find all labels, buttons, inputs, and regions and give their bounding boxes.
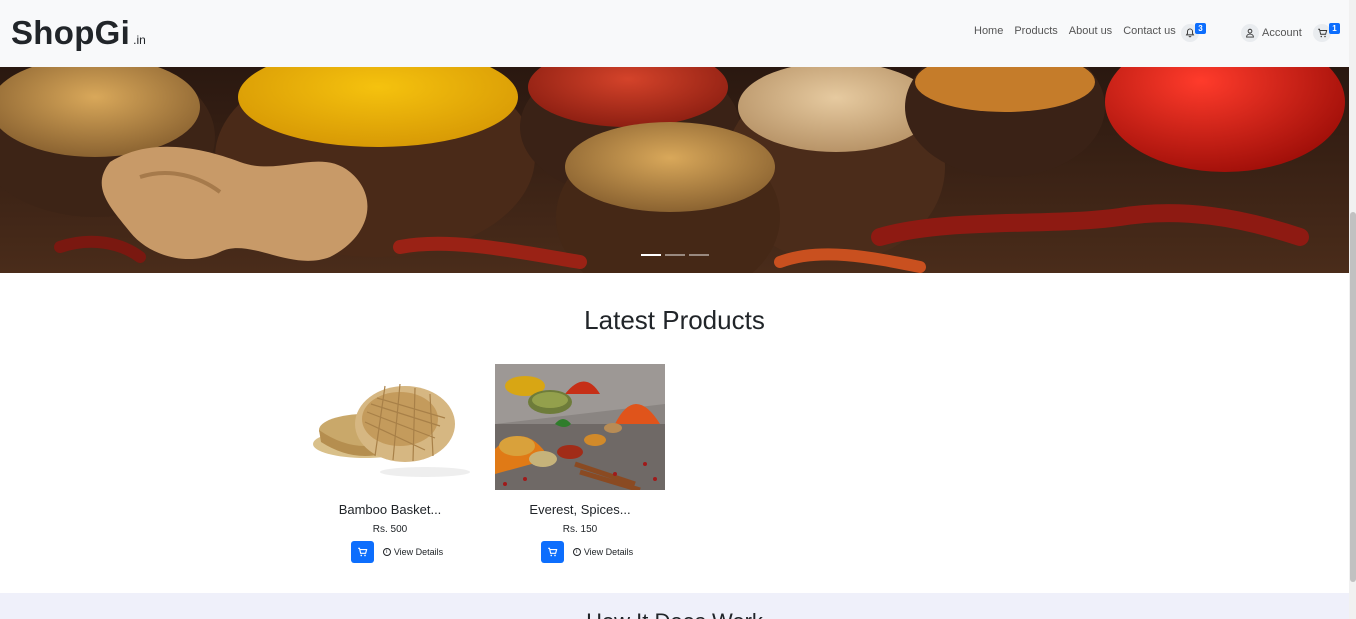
- product-actions: i View Details: [495, 541, 665, 563]
- carousel-indicator-2[interactable]: [665, 254, 685, 256]
- nav-links: Home Products About us Contact us: [974, 25, 1187, 37]
- add-to-cart-button[interactable]: [350, 541, 374, 563]
- product-card: Bamboo Basket... Rs. 500 i View Details: [305, 364, 475, 563]
- scrollbar-thumb[interactable]: [1350, 212, 1356, 582]
- brand-name[interactable]: ShopGi: [11, 14, 130, 52]
- view-details-label[interactable]: View Details: [394, 547, 443, 557]
- add-to-cart-button[interactable]: [540, 541, 564, 563]
- product-price: Rs. 500: [372, 524, 408, 535]
- nav-link-contact[interactable]: Contact us: [1123, 25, 1176, 37]
- account-button[interactable]: [1241, 24, 1259, 42]
- product-image-everest-spices[interactable]: [495, 364, 665, 490]
- view-details-link[interactable]: i View Details: [382, 547, 443, 557]
- cart-icon: [357, 547, 368, 557]
- brand-logo[interactable]: ShopGi .in: [11, 14, 146, 52]
- product-price: Rs. 150: [562, 524, 598, 535]
- product-image-bamboo-basket[interactable]: [305, 364, 475, 490]
- latest-products-title: Latest Products: [584, 305, 765, 335]
- view-details-label[interactable]: View Details: [584, 547, 633, 557]
- cart-icon: [547, 547, 558, 557]
- carousel-indicators: [641, 254, 713, 256]
- brand-suffix: .in: [133, 33, 146, 47]
- product-actions: i View Details: [305, 541, 475, 563]
- product-name[interactable]: Everest, Spices...: [495, 502, 665, 517]
- account-label[interactable]: Account: [1262, 27, 1302, 39]
- product-name[interactable]: Bamboo Basket...: [305, 502, 475, 517]
- info-icon: i: [572, 548, 581, 556]
- product-card: Everest, Spices... Rs. 150 i View Detail…: [495, 364, 665, 563]
- user-icon[interactable]: [1241, 24, 1259, 42]
- carousel-indicator-3[interactable]: [689, 254, 709, 256]
- view-details-link[interactable]: i View Details: [572, 547, 633, 557]
- cart-badge: 1: [1329, 23, 1340, 34]
- info-icon: i: [382, 548, 391, 556]
- carousel-indicator-1[interactable]: [641, 254, 661, 256]
- notifications-badge: 3: [1195, 23, 1206, 34]
- nav-link-products[interactable]: Products: [1014, 25, 1057, 37]
- hero-carousel[interactable]: [0, 67, 1349, 273]
- how-it-works-section: How It Does Work: [0, 593, 1349, 619]
- navbar: ShopGi .in Home Products About us Contac…: [0, 0, 1349, 67]
- hero-spices-image: [0, 67, 1349, 273]
- nav-link-about[interactable]: About us: [1069, 25, 1112, 37]
- nav-link-home[interactable]: Home: [974, 25, 1003, 37]
- how-it-works-title: How It Does Work: [0, 609, 1349, 619]
